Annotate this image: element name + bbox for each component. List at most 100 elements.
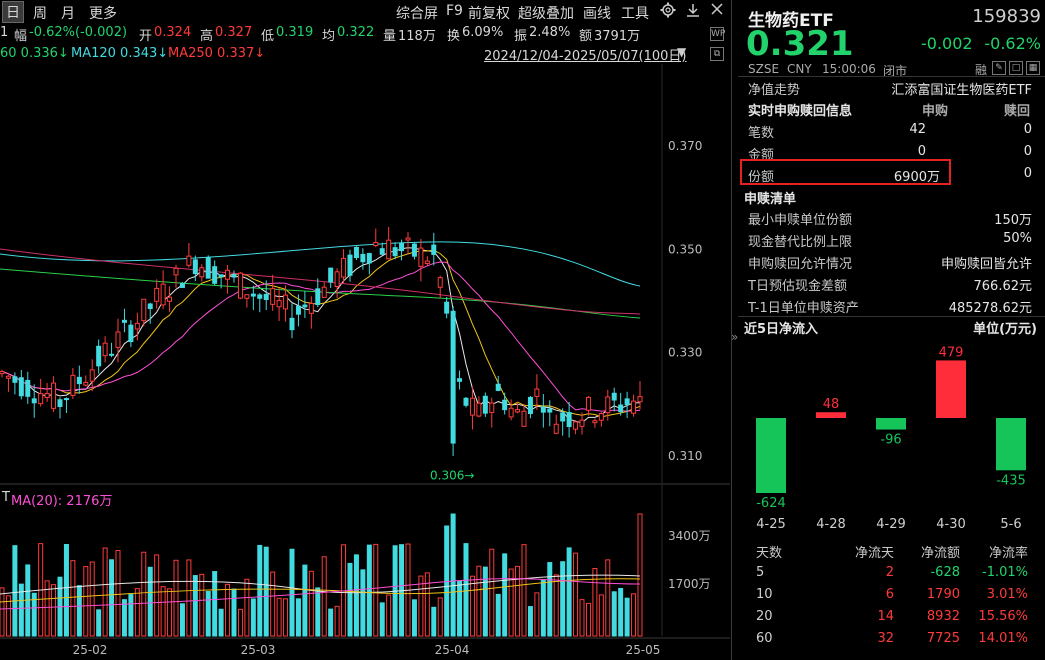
candle-body [561,413,565,421]
tab-day[interactable]: 日 [2,1,24,23]
avg-label: 均 [322,25,335,44]
price-axis-label: 0.330 [668,346,702,360]
app-window: 日 周 月 更多 综合屏 F9 前复权 超级叠加 画线 工具 1 幅 -0.62… [0,0,1045,660]
date-axis-label: 25-02 [73,643,108,657]
price-change: -0.002 [921,34,973,53]
flow-table-row: 6032772514.01% [738,628,1038,650]
inflow-bar [816,412,846,418]
cell-amount: 1790 [927,587,960,602]
volume-bar [309,571,313,636]
candle-body [393,248,397,256]
divider [738,316,1045,317]
candle-body [52,383,56,408]
candle-body [238,273,242,298]
edit-icon[interactable]: ✎ [992,61,1006,75]
candle-body [142,299,146,320]
tool-composite-screen[interactable]: 综合屏 [396,3,438,23]
chevron-down-icon[interactable]: ▼ [677,45,686,59]
ma60-value: 60 0.336↓ [0,46,69,61]
kline-chart-panel[interactable]: 日 周 月 更多 综合屏 F9 前复权 超级叠加 画线 工具 1 幅 -0.62… [0,0,732,660]
nav-row[interactable]: 净值走势 汇添富国证生物医药ETF [738,76,1038,98]
candle-body [516,410,520,412]
price-change-pct: -0.62% [984,34,1041,53]
cell-flow-days: 32 [877,631,894,646]
candle-body [638,397,642,402]
row-sell: 0 [1024,144,1032,159]
candle-body [406,238,410,240]
volume-bar [71,561,75,636]
tool-f9[interactable]: F9 [446,3,463,19]
list-title: 申赎清单 [744,188,796,207]
collapse-handle-icon[interactable]: » [731,330,738,344]
volume-bar [296,599,300,636]
nav-label[interactable]: 净值走势 [748,79,800,98]
volume-axis-label: 1700万 [668,577,711,591]
highlight-box [740,159,951,185]
row-value: 申购赎回皆允许 [941,253,1032,272]
candle-body [586,397,590,410]
kline-svg[interactable]: 0.3700.3500.3300.3100.306→3400万1700万25-0… [0,64,730,660]
volume-bar [97,610,101,636]
candle-body [193,260,197,274]
candle-body [361,254,365,261]
tab-more[interactable]: 更多 [89,3,117,23]
tool-tools[interactable]: 工具 [621,3,649,23]
volume-bar [380,603,384,636]
high-label: 高 [200,25,213,44]
cell-flow-days: 14 [877,609,894,624]
list-row: T日预估现金差额 766.62元 [738,272,1038,294]
volume-bar [206,592,210,636]
window-icon[interactable]: □ [1009,61,1023,75]
tab-week[interactable]: 周 [33,3,47,23]
candle-body [599,414,603,421]
date-range-selector[interactable]: 2024/12/04-2025/05/07(100日) [484,45,687,64]
candle-body [32,399,36,403]
row-label: 笔数 [748,122,774,141]
volume-bar [354,555,358,636]
tab-month[interactable]: 月 [61,3,75,23]
close-icon[interactable] [710,2,724,20]
candle-body [232,275,236,277]
candle-body [129,325,133,341]
flow-table-row: 2014893215.56% [738,606,1038,628]
volume-bar [367,545,371,636]
avg-value: 0.322 [337,25,374,40]
candle-body [84,382,88,385]
realtime-title: 实时申购赎回信息 [748,100,852,119]
candle-body [296,306,300,314]
tool-super-overlay[interactable]: 超级叠加 [518,3,574,23]
volume-bar [425,573,429,636]
candle-body [284,295,288,309]
tool-draw-line[interactable]: 画线 [583,3,611,23]
candle-body [19,378,23,396]
grid-icon[interactable]: ▦ [1026,61,1040,75]
volume-bar [599,595,603,636]
volume-bar [567,548,571,636]
volume-bar [174,560,178,636]
candle-body [387,240,391,259]
quote-side-panel: 生物药ETF 159839 0.321 -0.002 -0.62% SZSE C… [738,0,1045,660]
candle-body [342,258,346,277]
volume-bar [226,584,230,636]
cell-rate: 15.56% [978,609,1028,624]
candle-body [277,300,281,306]
candle-body [567,413,571,427]
cell-rate: -1.01% [982,565,1028,580]
copy-icon[interactable]: ⧉ [710,47,724,61]
gear-icon[interactable] [660,2,676,22]
download-icon[interactable] [685,2,701,22]
list-row: 最小申赎单位份额 150万 [738,206,1038,228]
low-marker-label: 0.306→ [430,468,474,482]
volume-bar [522,545,526,636]
row-buy: 0 [918,144,926,159]
wp-icon[interactable]: WP [710,27,724,41]
candle-body [200,268,204,277]
candle-body [354,247,358,257]
volume-bar [348,563,352,636]
inflow-date-label: 4-25 [756,517,786,532]
tool-forward-adjust[interactable]: 前复权 [468,3,510,23]
row-value: 150万 [994,209,1032,228]
row-buy: 42 [909,122,926,137]
volume-bar [116,551,120,636]
volume-bar [619,588,623,636]
